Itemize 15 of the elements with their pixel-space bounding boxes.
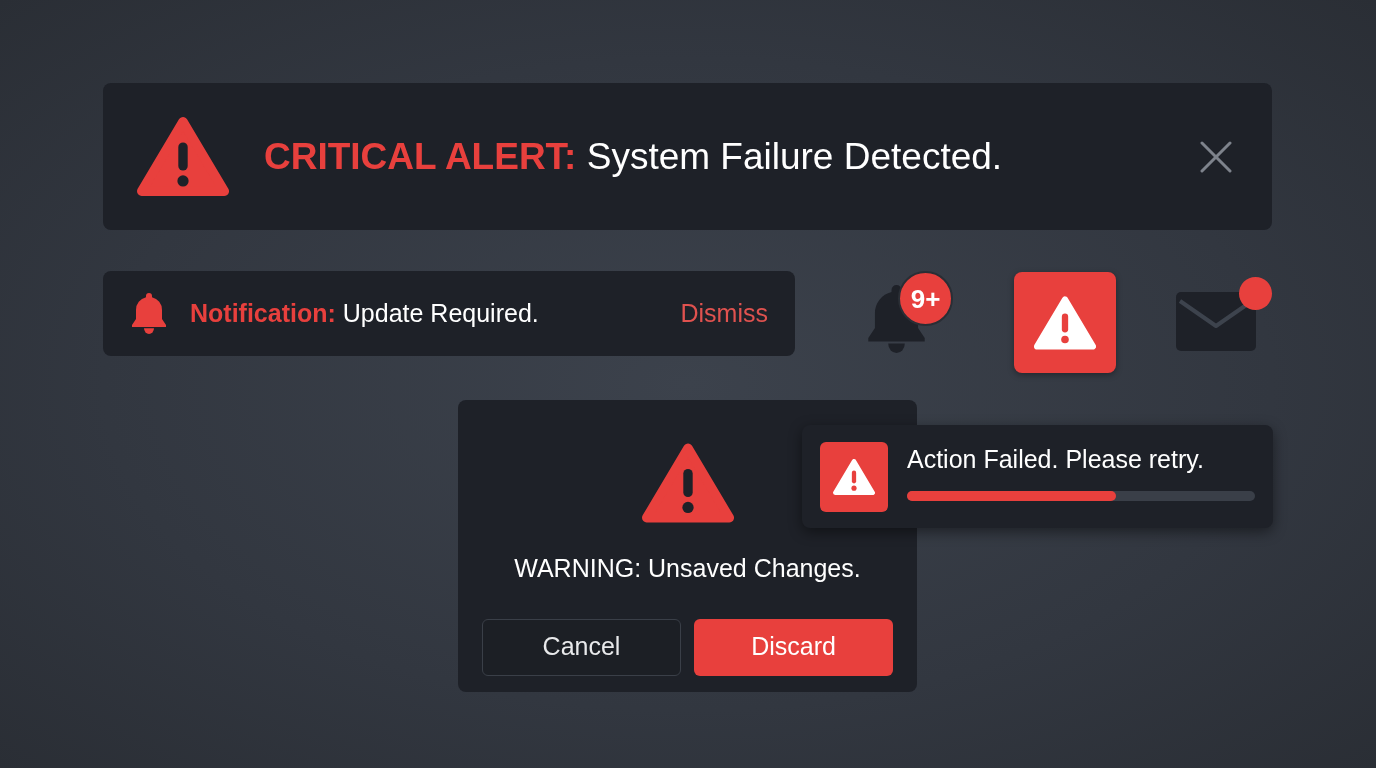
critical-alert-message: CRITICAL ALERT: System Failure Detected. — [264, 134, 1004, 179]
notification-message: Notification: Update Required. — [190, 297, 540, 329]
toast-message: Action Failed. Please retry. — [907, 444, 1205, 474]
warning-icon — [137, 117, 229, 196]
envelope-icon[interactable] — [1176, 292, 1256, 351]
warning-icon — [641, 442, 734, 524]
dialog-message: WARNING: Unsaved Changes. — [514, 553, 861, 584]
cancel-button[interactable]: Cancel — [482, 618, 681, 676]
close-icon[interactable] — [1200, 140, 1232, 173]
notification-count-badge: 9+ — [898, 271, 953, 326]
alert-tile-icon — [820, 442, 888, 512]
discard-button[interactable]: Discard — [694, 618, 893, 676]
alert-tile-icon[interactable] — [1014, 272, 1116, 373]
dismiss-link[interactable]: Dismiss — [680, 294, 768, 333]
bell-icon — [132, 293, 166, 334]
